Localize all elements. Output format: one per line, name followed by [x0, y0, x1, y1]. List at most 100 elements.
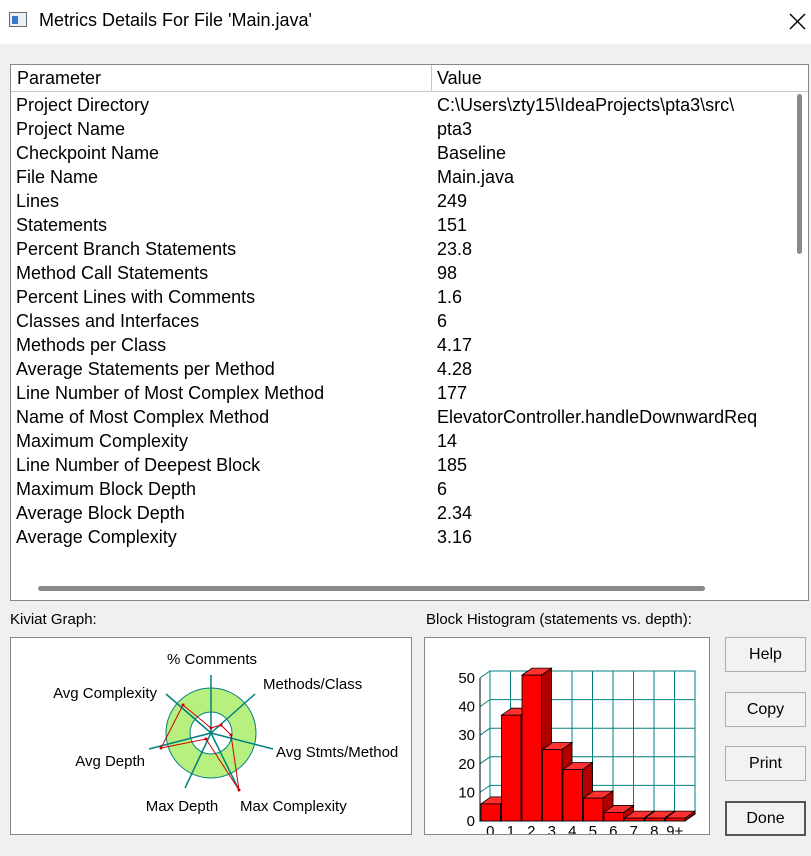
parameter-cell: Statements: [16, 215, 108, 235]
value-cell: 14: [437, 431, 458, 451]
table-row[interactable]: Method Call Statements 98: [11, 262, 801, 286]
table-row[interactable]: Methods per Class 4.17: [11, 334, 801, 358]
block-histogram-chart: 0 10 20 30 40 50 0 1 2 3 4 5 6 7 8 9+: [458, 667, 697, 840]
column-divider[interactable]: [431, 65, 432, 91]
histogram-gridline: [479, 670, 491, 679]
parameter-cell: Checkpoint Name: [16, 143, 160, 163]
table-row[interactable]: Project Name pta3: [11, 118, 801, 142]
parameter-cell: Average Block Depth: [16, 503, 185, 523]
parameter-cell: Project Name: [16, 119, 126, 139]
parameter-cell: Methods per Class: [16, 335, 167, 355]
value-cell: 23.8: [437, 239, 473, 259]
histogram-x-tick-label: 6: [609, 823, 617, 834]
vertical-scrollbar[interactable]: [797, 94, 802, 254]
histogram-gridline: [479, 727, 491, 736]
kiviat-graph-label: Kiviat Graph:: [10, 611, 97, 628]
close-button[interactable]: [780, 4, 810, 38]
table-row[interactable]: File Name Main.java: [11, 166, 801, 190]
parameter-cell: Percent Branch Statements: [16, 239, 237, 259]
table-row[interactable]: Line Number of Most Complex Method 177: [11, 382, 801, 406]
table-row[interactable]: Statements 151: [11, 214, 801, 238]
histogram-x-tick-label: 1: [507, 823, 515, 834]
app-icon: [9, 12, 27, 27]
kiviat-label-max-depth: Max Depth: [146, 798, 219, 815]
parameter-cell: File Name: [16, 167, 99, 187]
histogram-x-tick-label: 5: [589, 823, 597, 834]
table-row[interactable]: Maximum Block Depth 6: [11, 478, 801, 502]
close-icon: [789, 13, 806, 30]
histogram-gridline: [479, 756, 491, 765]
value-cell: C:\Users\zty15\IdeaProjects\pta3\src\: [437, 95, 735, 115]
table-row[interactable]: Average Complexity 3.16: [11, 526, 801, 550]
histogram-gridline: [479, 699, 491, 708]
value-cell: 1.6: [437, 287, 463, 307]
table-header: Parameter Value: [11, 65, 808, 92]
table-body: Project Directory C:\Users\zty15\IdeaProj…: [11, 94, 801, 550]
table-row[interactable]: Classes and Interfaces 6: [11, 310, 801, 334]
horizontal-scrollbar[interactable]: [38, 586, 705, 591]
value-cell: 4.28: [437, 359, 473, 379]
done-button[interactable]: Done: [725, 801, 806, 836]
value-cell: ElevatorController.handleDownwardReq: [437, 407, 758, 427]
histogram-y-tick-label: 40: [458, 699, 475, 716]
table-row[interactable]: Name of Most Complex Method ElevatorContr…: [11, 406, 801, 430]
value-cell: 249: [437, 191, 468, 211]
window-title: Metrics Details For File 'Main.java': [39, 10, 312, 30]
value-cell: 3.16: [437, 527, 473, 547]
histogram-x-tick-label: 7: [630, 823, 638, 834]
histogram-x-tick-label: 0: [486, 823, 494, 834]
parameter-cell: Average Statements per Method: [16, 359, 275, 379]
parameter-cell: Maximum Complexity: [16, 431, 189, 451]
histogram-x-tick-label: 4: [568, 823, 576, 834]
value-cell: Baseline: [437, 143, 507, 163]
value-cell: 185: [437, 455, 468, 475]
parameter-cell: Lines: [16, 191, 60, 211]
table-row[interactable]: Average Block Depth 2.34: [11, 502, 801, 526]
table-row[interactable]: Checkpoint Name Baseline: [11, 142, 801, 166]
histogram-x-tick-label: 3: [548, 823, 556, 834]
value-cell: 6: [437, 479, 448, 499]
kiviat-label-avg-stmts: Avg Stmts/Method: [276, 744, 398, 761]
table-row[interactable]: Lines 249: [11, 190, 801, 214]
parameter-cell: Name of Most Complex Method: [16, 407, 270, 427]
histogram-x-tick-label: 2: [527, 823, 535, 834]
parameter-cell: Average Complexity: [16, 527, 177, 547]
parameter-cell: Maximum Block Depth: [16, 479, 197, 499]
table-row[interactable]: Maximum Complexity 14: [11, 430, 801, 454]
kiviat-label-avg-depth: Avg Depth: [75, 753, 145, 770]
block-histogram-label: Block Histogram (statements vs. depth):: [426, 611, 692, 628]
kiviat-graph: % Comments Methods/Class Avg Stmts/Metho…: [53, 651, 398, 815]
print-button[interactable]: Print: [725, 746, 806, 781]
value-cell: 2.34: [437, 503, 473, 523]
copy-button[interactable]: Copy: [725, 692, 806, 727]
table-row[interactable]: Average Statements per Method 4.28: [11, 358, 801, 382]
parameter-cell: Method Call Statements: [16, 263, 209, 283]
table-row[interactable]: Project Directory C:\Users\zty15\IdeaProj…: [11, 94, 801, 118]
help-button[interactable]: Help: [725, 637, 806, 672]
kiviat-graph-panel: % Comments Methods/Class Avg Stmts/Metho…: [10, 637, 412, 835]
table-row[interactable]: Percent Branch Statements 23.8: [11, 238, 801, 262]
histogram-x-tick-label: 9+: [666, 823, 683, 834]
parameter-cell: Project Directory: [16, 95, 150, 115]
metrics-table[interactable]: Parameter Value Project Directory C:\User…: [10, 64, 809, 601]
table-row[interactable]: Percent Lines with Comments 1.6: [11, 286, 801, 310]
histogram-y-tick-label: 50: [458, 670, 475, 687]
title-bar: Metrics Details For File 'Main.java': [0, 0, 811, 44]
value-cell: 151: [437, 215, 468, 235]
value-cell: Main.java: [437, 167, 515, 187]
parameter-cell: Line Number of Deepest Block: [16, 455, 261, 475]
column-header-value[interactable]: Value: [437, 68, 482, 89]
value-cell: 177: [437, 383, 468, 403]
parameter-cell: Line Number of Most Complex Method: [16, 383, 325, 403]
block-histogram-panel: 0 10 20 30 40 50 0 1 2 3 4 5 6 7 8 9+: [424, 637, 710, 840]
kiviat-label-avg-complexity: Avg Complexity: [53, 685, 157, 702]
value-cell: 6: [437, 311, 448, 331]
dialog-body: Parameter Value Project Directory C:\User…: [0, 44, 811, 856]
value-cell: pta3: [437, 119, 473, 139]
kiviat-label-comments: % Comments: [167, 651, 257, 668]
column-header-parameter[interactable]: Parameter: [17, 68, 101, 89]
histogram-gridline: [479, 784, 491, 793]
parameter-cell: Percent Lines with Comments: [16, 287, 256, 307]
histogram-y-tick-label: 0: [467, 813, 475, 830]
table-row[interactable]: Line Number of Deepest Block 185: [11, 454, 801, 478]
